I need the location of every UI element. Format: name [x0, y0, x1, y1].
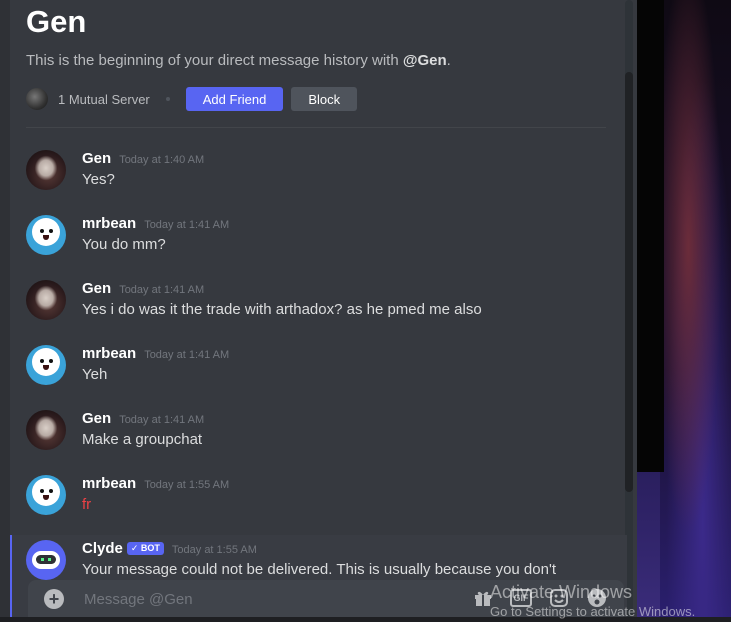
username[interactable]: Gen	[82, 280, 111, 297]
message-content: Yeh	[82, 366, 108, 383]
timestamp: Today at 1:41 AM	[144, 349, 230, 361]
intro-prefix: This is the beginning of your direct mes…	[26, 52, 403, 69]
window-gap	[637, 0, 664, 472]
message-content: fr	[82, 496, 92, 513]
watermark-subtitle: Go to Settings to activate Windows.	[490, 604, 696, 619]
intro-handle: @Gen	[402, 52, 447, 69]
timestamp: Today at 1:55 AM	[171, 544, 257, 556]
username[interactable]: mrbean	[82, 475, 136, 492]
gen-avatar[interactable]	[26, 410, 66, 450]
mrbean-avatar[interactable]	[26, 345, 66, 385]
message-item[interactable]: Gen Today at 1:41 AM Yes i do was it the …	[26, 280, 616, 330]
timestamp: Today at 1:40 AM	[119, 154, 205, 166]
clyde-avatar[interactable]	[26, 540, 66, 580]
timestamp: Today at 1:41 AM	[119, 284, 205, 296]
divider	[26, 127, 606, 128]
mutual-servers-link[interactable]: 1 Mutual Server	[58, 92, 150, 107]
desktop-wallpaper	[660, 0, 731, 617]
gen-avatar[interactable]	[26, 150, 66, 190]
scrollbar-thumb[interactable]	[625, 72, 633, 492]
plus-icon[interactable]: +	[44, 589, 64, 609]
message-item[interactable]: Gen Today at 1:41 AM Make a groupchat	[26, 410, 616, 460]
message-content: Your message could not be delivered. Thi…	[82, 561, 556, 578]
username[interactable]: mrbean	[82, 345, 136, 362]
username[interactable]: mrbean	[82, 215, 136, 232]
message-content: Make a groupchat	[82, 431, 203, 448]
mutual-row: 1 Mutual Server Add Friend Block	[26, 87, 358, 111]
windows-activation-watermark: Activate Windows Go to Settings to activ…	[490, 582, 695, 622]
server-icon[interactable]	[26, 88, 48, 110]
separator-dot	[165, 97, 170, 101]
message-input[interactable]	[82, 580, 466, 617]
mrbean-avatar[interactable]	[26, 475, 66, 515]
message-item[interactable]: mrbean Today at 1:41 AM You do mm?	[26, 215, 616, 265]
message-content: Yes?	[82, 171, 115, 188]
intro-suffix: .	[446, 52, 451, 69]
dm-title: Gen	[26, 4, 87, 39]
block-button[interactable]: Block	[291, 87, 358, 111]
timestamp: Today at 1:41 AM	[144, 219, 230, 231]
timestamp: Today at 1:41 AM	[119, 414, 205, 426]
username[interactable]: Gen	[82, 150, 111, 167]
message-content: Yes i do was it the trade with arthadox?…	[82, 301, 482, 318]
add-friend-button[interactable]: Add Friend	[185, 87, 284, 111]
mrbean-avatar[interactable]	[26, 215, 66, 255]
message-item[interactable]: mrbean Today at 1:41 AM Yeh	[26, 345, 616, 395]
sidebar-edge	[0, 0, 10, 617]
dm-intro-text: This is the beginning of your direct mes…	[26, 52, 451, 69]
watermark-title: Activate Windows	[490, 582, 633, 602]
message-content: You do mm?	[82, 236, 166, 253]
message-item[interactable]: Gen Today at 1:40 AM Yes?	[26, 150, 616, 200]
timestamp: Today at 1:55 AM	[144, 479, 230, 491]
message-item[interactable]: mrbean Today at 1:55 AM fr	[26, 475, 616, 525]
chat-panel: Gen This is the beginning of your direct…	[10, 0, 637, 617]
username[interactable]: Clyde	[82, 540, 123, 557]
gen-avatar[interactable]	[26, 280, 66, 320]
bot-badge: ✓ BOT	[126, 542, 164, 555]
username[interactable]: Gen	[82, 410, 111, 427]
